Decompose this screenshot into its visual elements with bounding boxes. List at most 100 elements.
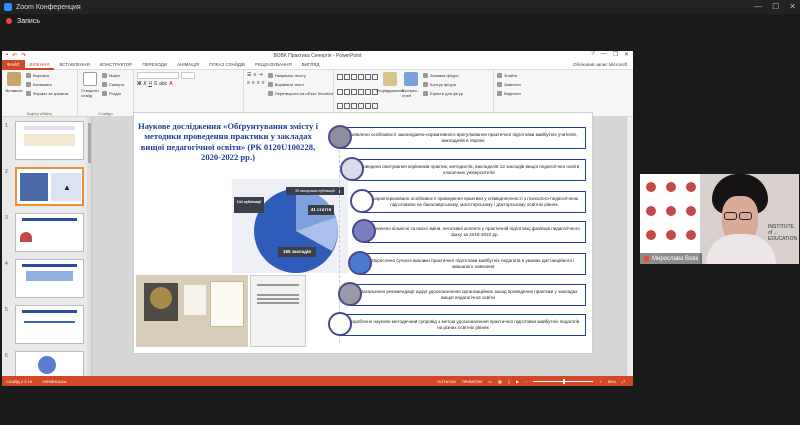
doc-line [257, 298, 299, 300]
slide-thumb[interactable] [15, 351, 84, 376]
slide-thumb-selected[interactable]: ▲ [15, 167, 84, 206]
numbering-icon[interactable]: ≡ [253, 72, 256, 78]
comments-button[interactable]: ПРИМІТКИ [462, 379, 483, 384]
tab-insert[interactable]: ВСТАВЛЕННЯ [54, 60, 94, 70]
text-direction-button[interactable]: Напрямок тексту [267, 72, 334, 79]
slide-canvas[interactable]: Наукове дослідження «Обґрунтування зміст… [133, 112, 593, 354]
cut-button[interactable]: Вирізати [26, 72, 68, 79]
recording-indicator[interactable]: Запись [0, 14, 40, 28]
layout-icon [102, 73, 107, 78]
thumb-content [20, 173, 48, 201]
close-icon[interactable]: ✕ [789, 2, 796, 11]
ppt-close-icon[interactable]: ✕ [624, 51, 629, 58]
align-right-icon[interactable]: ≡ [257, 80, 260, 86]
view-slideshow-icon[interactable]: ▶ [516, 379, 519, 384]
thumb-number: 6 [5, 353, 8, 359]
underline-icon[interactable]: Ч [148, 81, 151, 87]
shape-effects-button[interactable]: Ефекти для фігур [423, 90, 463, 97]
save-icon[interactable]: ▪ [6, 52, 8, 59]
zoom-slider[interactable] [533, 378, 594, 384]
tab-animations[interactable]: АНІМАЦІЯ [172, 60, 204, 70]
indent-icon[interactable]: ⇥ [258, 72, 262, 78]
view-sorter-icon[interactable]: ▦ [498, 379, 502, 384]
tab-transitions[interactable]: ПЕРЕХОДИ [137, 60, 172, 70]
account-label[interactable]: Обліковий запис Microsoft [573, 62, 627, 67]
find-button[interactable]: Знайти [497, 72, 521, 79]
font-size-box[interactable] [181, 72, 195, 79]
font-group: ЖКЧSabcA Шрифт [134, 70, 244, 117]
strike-icon[interactable]: abc [159, 81, 167, 87]
ppt-restore-icon[interactable]: ❐ [613, 51, 618, 58]
timeline-circle [348, 251, 372, 275]
tab-view[interactable]: ВИГЛЯД [297, 60, 325, 70]
participant-video[interactable]: INSTITUTE of ... EDUCATION Мирослава Вов… [640, 174, 799, 264]
redo-icon[interactable]: ↷ [21, 52, 26, 59]
clipboard-group-label: Буфер обміну [26, 111, 53, 116]
align-left-icon[interactable]: ≡ [247, 80, 250, 86]
thumbs-scroll-thumb[interactable] [88, 123, 91, 163]
notes-button[interactable]: НОТАТКИ [437, 379, 455, 384]
zoom-level[interactable]: 85% [608, 379, 616, 384]
ppt-window-title: ВОВК Практика Сенергія - PowerPoint [273, 52, 362, 59]
ribbon-tabs: ФАЙЛ ВІЛЕННЯ ВСТАВЛЕННЯ КОНСТРУКТОР ПЕРЕ… [2, 59, 633, 70]
slide-thumb[interactable] [15, 213, 84, 252]
zoom-out-icon[interactable]: − [525, 379, 527, 384]
section-icon [102, 91, 107, 96]
slide-thumb[interactable] [15, 305, 84, 344]
copy-button[interactable]: Копіювати [26, 81, 68, 88]
justify-icon[interactable]: ≡ [262, 80, 265, 86]
thumb-content [22, 310, 77, 313]
view-reading-icon[interactable]: ▯ [508, 379, 510, 384]
thumb-content [24, 134, 75, 146]
format-painter-button[interactable]: Формат за зразком [26, 90, 68, 97]
tab-slideshow[interactable]: ПОКАЗ СЛАЙДІВ [204, 60, 250, 70]
timeline-item-text: Узагальнено рекомендації щодо удосконале… [358, 289, 578, 300]
ppt-help-icon[interactable]: ? [591, 51, 594, 58]
bold-icon[interactable]: Ж [137, 81, 142, 87]
slide-scrollbar[interactable] [626, 117, 633, 376]
zoom-in-icon[interactable]: + [599, 379, 601, 384]
slide-thumbnails-panel[interactable]: 1 2 ▲ 3 4 5 6 [2, 117, 92, 376]
shape-effects-icon [423, 91, 428, 96]
certificate [184, 285, 206, 315]
layout-button[interactable]: Макет [102, 72, 124, 79]
shadow-icon[interactable]: S [154, 81, 157, 87]
language-indicator[interactable]: УКРАЇНСЬКА [42, 379, 66, 384]
smartart-button[interactable]: Перетворити на об'єкт SmartArt [267, 90, 333, 97]
view-normal-icon[interactable]: ▭ [488, 379, 492, 384]
ppt-minimize-icon[interactable]: — [601, 51, 607, 58]
timeline-item-box: Схарактеризовано особливості проведення … [362, 191, 586, 213]
reset-button[interactable]: Скинути [102, 81, 124, 88]
slide-thumb[interactable] [15, 259, 84, 298]
section-button[interactable]: Розділ [102, 90, 124, 97]
pie-label-b: 55 авторських публікацій [286, 187, 344, 195]
tab-home[interactable]: ВІЛЕННЯ [24, 60, 55, 70]
timeline-item-text: Окреслено сучасні виклики практичної під… [371, 258, 575, 269]
tab-review[interactable]: РЕЦЕНЗУВАННЯ [250, 60, 297, 70]
thumb-number: 5 [5, 307, 8, 313]
thumbs-scrollbar[interactable] [87, 117, 91, 376]
minimize-icon[interactable]: — [754, 2, 762, 11]
tab-design[interactable]: КОНСТРУКТОР [95, 60, 138, 70]
copy-icon [26, 82, 31, 87]
arrange-label: Упорядкування [375, 88, 405, 93]
replace-button[interactable]: Замінити [497, 81, 521, 88]
logo-mark-icon [644, 204, 658, 218]
tab-file[interactable]: ФАЙЛ [2, 59, 25, 70]
align-text-button[interactable]: Вирівняти текст [267, 81, 334, 88]
thumb-number: 4 [5, 261, 8, 267]
fit-slide-icon[interactable]: ⤢ [622, 379, 625, 384]
select-button[interactable]: Виділити [497, 90, 521, 97]
bullets-icon[interactable]: ☰ [247, 72, 251, 78]
maximize-icon[interactable]: ☐ [772, 2, 779, 11]
shape-outline-button[interactable]: Контур фігури [423, 81, 463, 88]
format-painter-label: Формат за зразком [33, 91, 69, 96]
center-icon[interactable]: ≡ [252, 80, 255, 86]
italic-icon[interactable]: К [144, 81, 147, 87]
timeline-item-text: Виявлено особливості законодавчо-нормати… [348, 132, 578, 143]
font-color-icon[interactable]: A [169, 81, 172, 87]
font-name-box[interactable] [137, 72, 179, 79]
slide-thumb[interactable] [15, 121, 84, 160]
undo-icon[interactable]: ↶ [12, 52, 17, 59]
shape-fill-button[interactable]: Заливка фігури [423, 72, 463, 79]
